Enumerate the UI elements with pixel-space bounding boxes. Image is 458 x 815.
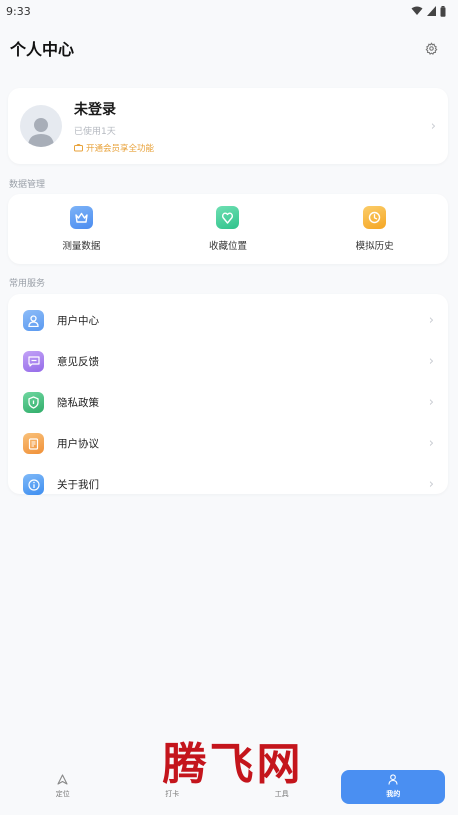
vip-icon (74, 143, 83, 151)
vip-promo-label: 开通会员享全功能 (86, 143, 155, 154)
chevron-right-icon: › (428, 436, 434, 451)
tab-mine[interactable]: 我的 (341, 769, 446, 804)
avatar (20, 105, 62, 147)
tab-checkin[interactable]: 打卡 (122, 770, 222, 804)
service-label: 用户协议 (57, 438, 99, 450)
services-card: 用户中心 › 意见反馈 › 隐私政策 › 用户协议 › 关于我们 › (8, 294, 448, 495)
tab-location[interactable]: 定位 (13, 770, 113, 804)
measurement-data-button[interactable]: 测量数据 (31, 206, 131, 252)
signal-icon (427, 6, 436, 16)
status-icons (411, 5, 446, 17)
service-user-agreement[interactable]: 用户协议 › (8, 423, 448, 464)
profile-card[interactable]: 未登录 已使用1天 开通会员享全功能 › (8, 88, 448, 164)
vip-promo[interactable]: 开通会员享全功能 (74, 142, 431, 154)
data-management-card: 测量数据 收藏位置 模拟历史 (8, 194, 448, 264)
chevron-right-icon: › (428, 313, 434, 328)
settings-button[interactable] (422, 39, 440, 57)
service-about-us[interactable]: 关于我们 › (8, 464, 448, 505)
clock-icon (363, 206, 387, 229)
section-label-data: 数据管理 (9, 180, 46, 190)
info-icon (23, 474, 44, 495)
section-label-services: 常用服务 (9, 279, 46, 289)
chevron-right-icon: › (428, 395, 434, 410)
profile-usage: 已使用1天 (74, 126, 116, 137)
service-label: 关于我们 (57, 479, 99, 491)
simulation-history-button[interactable]: 模拟历史 (325, 206, 425, 252)
chevron-right-icon: › (428, 477, 434, 492)
tab-tools[interactable]: 工具 (232, 770, 332, 804)
gear-icon (425, 41, 437, 55)
location-heart-icon (216, 206, 240, 229)
user-icon (23, 310, 44, 331)
profile-name: 未登录 (74, 101, 116, 118)
page-title: 个人中心 (10, 40, 75, 59)
person-icon (388, 774, 398, 785)
chevron-right-icon: › (428, 354, 434, 369)
shield-icon (23, 392, 44, 413)
feedback-icon (23, 351, 44, 372)
navigate-icon (57, 774, 68, 785)
data-item-label: 模拟历史 (355, 241, 394, 252)
status-time: 9:33 (6, 4, 31, 18)
tab-label: 打卡 (165, 790, 180, 798)
saved-locations-button[interactable]: 收藏位置 (178, 206, 278, 252)
service-label: 意见反馈 (57, 356, 99, 368)
default-avatar-icon (28, 118, 54, 147)
service-privacy-policy[interactable]: 隐私政策 › (8, 382, 448, 423)
service-feedback[interactable]: 意见反馈 › (8, 341, 448, 382)
header: 个人中心 (0, 30, 458, 66)
document-icon (23, 433, 44, 454)
service-label: 用户中心 (57, 315, 99, 327)
bottom-tab-bar: 定位 打卡 工具 我的 (0, 758, 458, 815)
data-item-label: 测量数据 (62, 241, 101, 252)
profile-info: 未登录 已使用1天 开通会员享全功能 (74, 99, 431, 154)
data-item-label: 收藏位置 (208, 241, 247, 252)
tab-label: 我的 (386, 790, 401, 798)
tab-label: 工具 (274, 790, 289, 798)
status-bar: 9:33 (0, 0, 458, 22)
tab-label: 定位 (55, 790, 70, 798)
service-user-center[interactable]: 用户中心 › (8, 300, 448, 341)
service-label: 隐私政策 (57, 397, 99, 409)
chevron-right-icon: › (430, 118, 436, 134)
crown-icon (69, 206, 93, 229)
battery-icon (440, 5, 446, 17)
wifi-icon (411, 6, 423, 15)
